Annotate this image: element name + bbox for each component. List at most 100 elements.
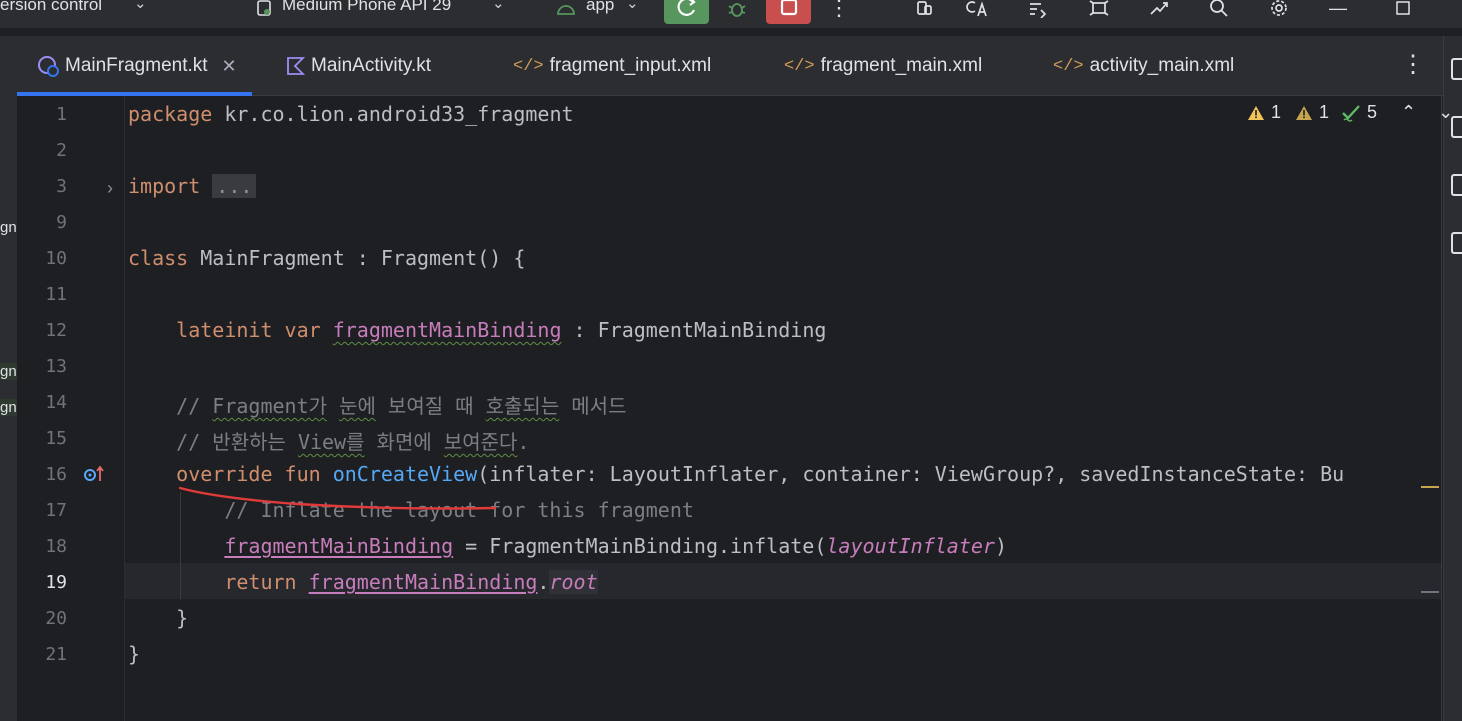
stop-icon [780,0,797,16]
keyword: lateinit var [176,318,321,342]
class-declaration: MainFragment : Fragment() { [188,246,526,270]
property-reference: fragmentMainBinding [308,570,538,594]
stop-button[interactable] [766,0,811,24]
comment-text: 눈에 [339,394,376,418]
overrides-gutter-icon[interactable] [83,464,105,489]
line-number-current: 19 [45,572,67,593]
android-app-icon [553,0,579,22]
keyword: import [128,174,201,198]
keyword: package [128,102,213,126]
inspection-widget[interactable]: 1 1 5 ⌃ ⌄ [1247,102,1453,123]
kotlin-class-icon [37,55,59,77]
tab-label: fragment_input.xml [549,55,712,76]
run-config-label[interactable]: app [586,0,614,15]
tab-fragment-main-xml[interactable]: </> fragment_main.xml [784,36,982,96]
project-tree-item-label[interactable]: gn [0,399,17,416]
closing-brace: } [128,642,141,666]
typo-check-icon [1341,104,1361,122]
code-line-18[interactable]: fragmentMainBinding = FragmentMainBindin… [128,534,1007,558]
xml-file-icon: </> [1053,56,1084,76]
root-property: root [549,570,598,594]
main-toolbar: ersion control ⌄ Medium Phone API 29 ⌄ a… [0,0,1462,28]
line-number: 11 [45,284,67,305]
expand-fold-chevron-icon[interactable]: › [107,178,113,199]
project-tree-item-label[interactable]: gn [0,219,17,236]
translate-icon[interactable] [965,0,991,22]
code-line-3[interactable]: import ... [128,174,257,198]
line-number: 20 [45,608,67,629]
caret-stripe-marker[interactable] [1421,591,1439,593]
line-number: 10 [45,248,67,269]
tab-activity-main-xml[interactable]: </> activity_main.xml [1053,36,1234,96]
comment-text: // 반환하는 [176,430,298,454]
line-number: 16 [45,464,67,485]
weak-warning-count: 1 [1319,102,1330,122]
keyword: class [128,246,189,270]
tab-fragment-input-xml[interactable]: </> fragment_input.xml [513,36,711,96]
code-line-14[interactable]: // Fragment가 눈에 보여질 때 호출되는 메서드 [128,390,626,419]
run-config-chevron-down-icon[interactable]: ⌄ [626,0,639,12]
sync-icon[interactable] [1025,0,1051,22]
code-editor[interactable]: 1 2 3 9 10 11 12 13 14 15 16 17 18 19 20… [17,96,1453,721]
tab-actions-more-icon[interactable]: ⋮ [1401,50,1425,79]
line-number: 12 [45,320,67,341]
device-mirroring-icon[interactable] [1451,174,1462,196]
notifications-icon[interactable] [1451,58,1462,80]
editor-gutter[interactable]: 1 2 3 9 10 11 12 13 14 15 16 17 18 19 20… [17,96,125,721]
project-tree-item-label[interactable]: gn [0,363,17,380]
layout-inspector-icon[interactable] [1146,0,1172,22]
close-tab-icon[interactable]: ✕ [222,56,237,77]
dot: . [537,570,550,594]
next-problem-chevron-down-icon[interactable]: ⌄ [1438,102,1453,123]
debug-icon[interactable] [724,0,750,22]
line-number: 14 [45,392,67,413]
code-line-1[interactable]: package kr.co.lion.android33_fragment [128,102,574,126]
code-line-10[interactable]: class MainFragment : Fragment() { [128,246,525,270]
comment-text: 보여질 때 [375,394,486,418]
comment-text: 메서드 [559,394,627,418]
comment-text [327,394,339,418]
typo-count: 5 [1367,102,1378,122]
code-line-12[interactable]: lateinit var fragmentMainBinding : Fragm… [128,318,826,342]
settings-gear-icon[interactable] [1266,0,1292,22]
warning-stripe-marker[interactable] [1421,486,1439,488]
restart-icon [677,0,696,16]
apply-changes-button[interactable] [664,0,709,24]
code-line-20[interactable]: } [128,606,188,630]
more-actions-icon[interactable]: ⋮ [826,0,852,22]
weak-warning-icon [1295,105,1313,121]
line-number: 1 [56,104,67,125]
code-line-19[interactable]: return fragmentMainBinding.root [128,570,598,594]
vcs-chevron-down-icon[interactable]: ⌄ [134,0,147,12]
tab-mainactivity-kt[interactable]: MainActivity.kt [285,36,431,96]
device-selector-label[interactable]: Medium Phone API 29 [282,0,451,15]
xml-file-icon: </> [513,56,544,76]
code-line-15[interactable]: // 반환하는 View를 화면에 보여준다. [128,426,529,455]
red-annotation-stroke [178,486,497,510]
line-number: 3 [56,176,67,197]
profiler-icon[interactable] [1086,0,1112,22]
closing-brace: } [176,606,189,630]
comment-text: . [517,430,530,454]
argument: layoutInflater [826,534,995,558]
folded-imports[interactable]: ... [212,174,257,198]
tab-label: MainActivity.kt [311,55,432,76]
code-line-21[interactable]: } [128,642,140,666]
tab-label: activity_main.xml [1089,55,1235,76]
tab-label: fragment_main.xml [820,55,983,76]
paren: ) [994,534,1008,558]
comment-text: 호출되는 [485,394,560,418]
code-line-16[interactable]: override fun onCreateView(inflater: Layo… [128,462,1439,486]
tab-mainfragment-kt[interactable]: MainFragment.kt ✕ [37,36,237,96]
previous-problem-chevron-up-icon[interactable]: ⌃ [1401,102,1416,123]
device-icon [252,0,276,22]
vcs-widget-label[interactable]: ersion control [0,0,102,15]
line-number: 9 [56,212,67,233]
maximize-window-icon[interactable] [1390,0,1416,22]
search-icon[interactable] [1206,0,1232,22]
device-manager-icon[interactable] [911,0,937,22]
running-devices-icon[interactable] [1451,232,1462,254]
xml-file-icon: </> [784,56,815,76]
device-chevron-down-icon[interactable]: ⌄ [492,0,505,12]
minimize-window-icon[interactable]: — [1325,0,1351,22]
